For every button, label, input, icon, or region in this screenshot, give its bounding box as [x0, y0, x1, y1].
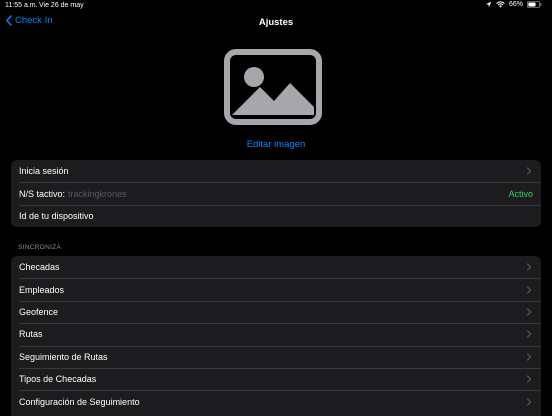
location-arrow-icon [485, 1, 492, 8]
status-badge: Activo [508, 188, 533, 199]
list-item-label: Checadas [19, 262, 60, 273]
list-item-label: Tipos de Checadas [19, 374, 97, 385]
sync-item-configuracion-seguimiento[interactable]: Configuración de Seguimiento [11, 390, 541, 412]
chevron-right-icon [526, 397, 532, 406]
section-header-sync: SINCRONIZA [18, 244, 62, 251]
navigation-bar: Check In Ajustes [0, 12, 552, 34]
list-item-label: Seguimiento de Rutas [19, 351, 108, 362]
chevron-right-icon [526, 285, 532, 294]
sync-group: Checadas Empleados Geofence Rutas Seguim… [11, 256, 541, 416]
edit-image-link[interactable]: Editar imagen [0, 139, 552, 150]
sync-item-geofence[interactable]: Geofence [11, 300, 541, 323]
account-group: Inicia sesión N/S tactivo: trackingkrone… [11, 160, 541, 227]
status-time: 11:55 a.m. [5, 2, 38, 9]
sync-item-checadas[interactable]: Checadas [11, 256, 541, 278]
chevron-right-icon [526, 263, 532, 271]
image-placeholder-icon[interactable] [224, 49, 322, 125]
page-title: Ajustes [258, 17, 294, 28]
chevron-right-icon [526, 330, 532, 338]
chevron-right-icon [526, 167, 532, 175]
device-id-row[interactable]: Id de tu dispositivo [11, 204, 541, 227]
sync-item-rutas[interactable]: Rutas [11, 323, 541, 345]
status-bar: 11:55 a.m. Vie 26 de may 66% [0, 0, 552, 12]
list-item-label: Geofence [19, 306, 59, 317]
serial-row[interactable]: N/S tactivo: trackingkrones Activo [11, 182, 541, 204]
sync-item-seguimiento-rutas[interactable]: Seguimiento de Rutas [11, 345, 541, 368]
battery-icon [527, 1, 542, 8]
sync-item-empleados[interactable]: Empleados [11, 278, 541, 300]
login-label: Inicia sesión [19, 166, 69, 177]
login-row[interactable]: Inicia sesión [11, 160, 541, 182]
chevron-right-icon [526, 375, 532, 383]
list-item-label: Empleados [19, 284, 65, 295]
chevron-right-icon [526, 353, 532, 361]
list-item-label: Rutas [19, 329, 43, 340]
status-date: Vie 26 de may [39, 2, 84, 9]
device-id-label: Id de tu dispositivo [19, 210, 94, 221]
battery-percent: 66% [508, 1, 523, 8]
serial-label: N/S tactivo: [19, 188, 66, 199]
serial-value: trackingkrones [68, 188, 127, 199]
wifi-icon [496, 1, 505, 8]
chevron-right-icon [526, 308, 532, 316]
sync-item-tipos-checadas[interactable]: Tipos de Checadas [11, 367, 541, 390]
list-item-label: Configuración de Seguimiento [19, 396, 140, 407]
status-indicators: 66% [485, 1, 542, 8]
